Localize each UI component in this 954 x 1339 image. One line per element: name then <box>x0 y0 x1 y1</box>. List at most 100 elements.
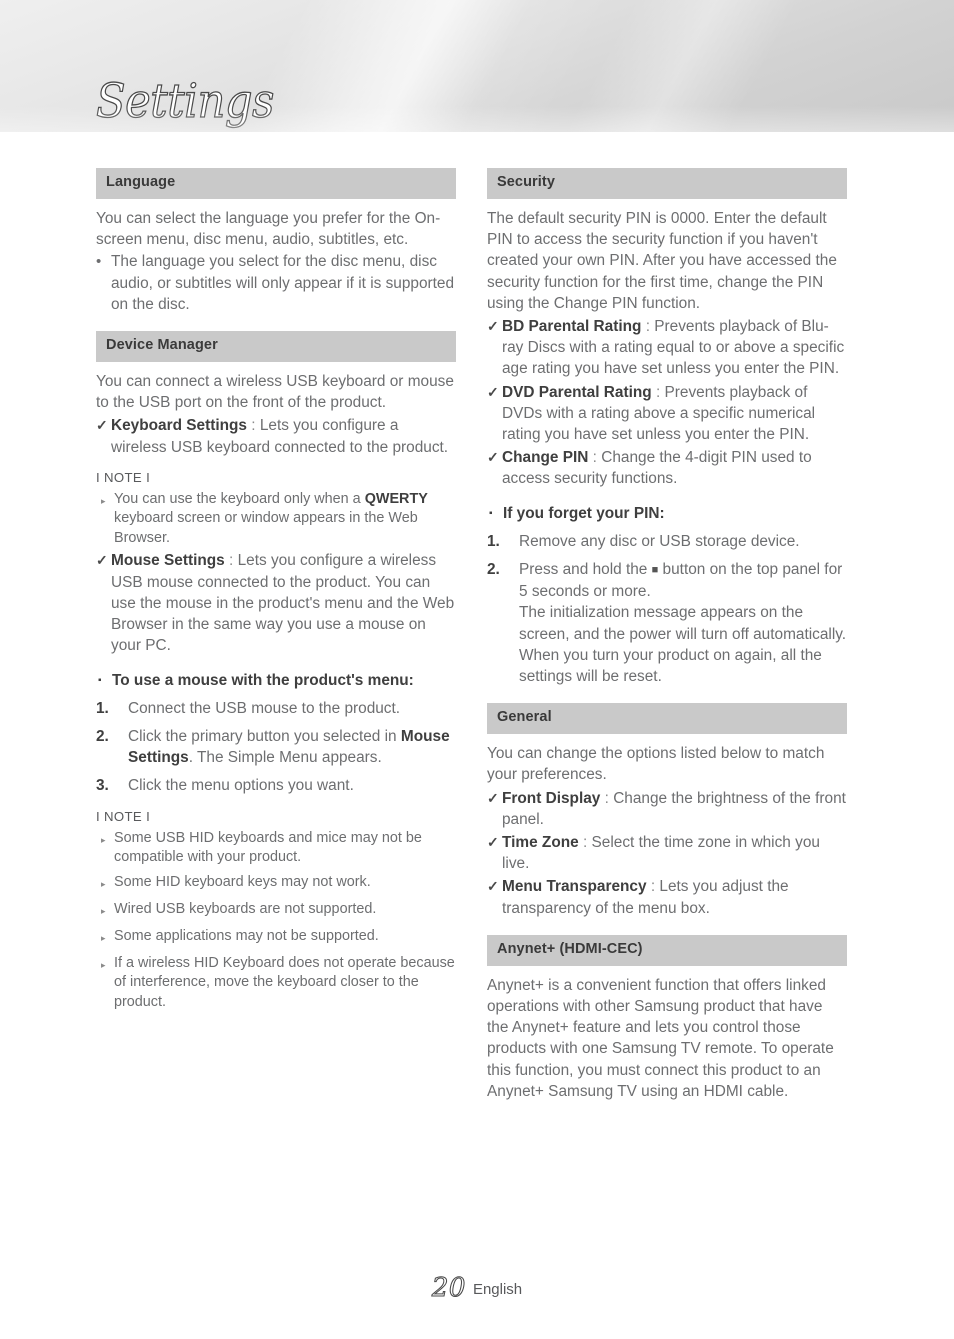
numbered-step: 2. Click the primary button you selected… <box>96 726 456 768</box>
option-text: BD Parental Rating : Prevents playback o… <box>502 316 847 380</box>
section-heading-security: Security <box>487 168 847 199</box>
anynet-paragraph: Anynet+ is a convenient function that of… <box>487 976 834 1100</box>
subheading-text: If you forget your PIN: <box>503 504 665 522</box>
device-manager-paragraph: You can connect a wireless USB keyboard … <box>96 372 454 412</box>
note-item-text: Wired USB keyboards are not supported. <box>114 900 377 917</box>
option-bd-parental-rating: ✓ BD Parental Rating : Prevents playback… <box>487 316 847 380</box>
option-separator: : <box>650 878 656 896</box>
page-number: 20 <box>431 1272 466 1303</box>
note-item-text: Some HID keyboard keys may not work. <box>114 873 371 890</box>
note-item-text: Some applications may not be supported. <box>114 927 379 944</box>
check-bullet-icon: ✓ <box>487 789 499 806</box>
note-list-item: ▸ Some applications may not be supported… <box>96 927 456 949</box>
option-keyboard-settings: ✓ Keyboard Settings : Lets you configure… <box>96 415 456 457</box>
option-separator: : <box>592 449 597 467</box>
section-heading-device-manager: Device Manager <box>96 330 456 362</box>
note-label: I NOTE I <box>96 469 151 485</box>
step-text: Click the menu options you want. <box>128 777 354 795</box>
dot-bullet-icon: • <box>96 253 102 271</box>
step-text: Remove any disc or USB storage device. <box>519 532 800 550</box>
numbered-step: 1. Remove any disc or USB storage device… <box>487 531 847 552</box>
step-text: Connect the USB mouse to the product. <box>128 699 401 717</box>
section-heading-language: Language <box>96 168 456 199</box>
general-paragraph: You can change the options listed below … <box>487 745 825 784</box>
step-number: 3. <box>96 777 109 795</box>
triangle-bullet-icon: ▸ <box>101 932 106 943</box>
right-column: Security The default security PIN is 000… <box>487 168 847 1102</box>
option-text: Menu Transparency : Lets you adjust the … <box>502 876 847 918</box>
subheading-forgot-pin: ▪ If you forget your PIN: <box>487 503 847 524</box>
left-column: Language You can select the language you… <box>96 168 456 1012</box>
option-term: Keyboard Settings <box>111 417 247 435</box>
note-item-text: Some USB HID keyboards and mice may not … <box>114 829 422 866</box>
square-bullet-icon: ▪ <box>489 507 493 519</box>
triangle-bullet-icon: ▸ <box>101 959 106 970</box>
check-bullet-icon: ✓ <box>487 878 499 895</box>
check-bullet-icon: ✓ <box>96 552 108 569</box>
note-item-text: If a wireless HID Keyboard does not oper… <box>114 954 455 1010</box>
option-menu-transparency: ✓ Menu Transparency : Lets you adjust th… <box>487 876 847 918</box>
step-number: 1. <box>487 532 500 550</box>
check-bullet-icon: ✓ <box>487 449 499 466</box>
option-separator: : <box>582 833 588 851</box>
step-text: Press and hold the ■ button on the top p… <box>519 560 847 685</box>
note-list-item: ▸ Wired USB keyboards are not supported. <box>96 900 456 922</box>
triangle-bullet-icon: ▸ <box>101 495 106 506</box>
list-item-text: The language you select for the disc men… <box>111 253 455 313</box>
step-text: Click the primary button you selected in… <box>128 727 450 767</box>
option-text: DVD Parental Rating : Prevents playback … <box>502 382 847 446</box>
step-number: 2. <box>487 560 500 578</box>
language-paragraph: You can select the language you prefer f… <box>96 209 441 249</box>
option-change-pin: ✓ Change PIN : Change the 4-digit PIN us… <box>487 447 847 489</box>
option-term: Front Display <box>502 789 601 807</box>
check-bullet-icon: ✓ <box>487 833 499 850</box>
option-mouse-settings: ✓ Mouse Settings : Lets you configure a … <box>96 550 456 656</box>
page-title: Settings <box>95 74 274 129</box>
check-bullet-icon: ✓ <box>487 383 499 400</box>
security-paragraph: The default security PIN is 0000. Enter … <box>487 209 837 312</box>
triangle-bullet-icon: ▸ <box>101 905 106 916</box>
footer-language: English <box>472 1281 523 1298</box>
option-text: Time Zone : Select the time zone in whic… <box>502 832 847 874</box>
option-separator: : <box>229 552 234 570</box>
note-label: I NOTE I <box>96 808 151 824</box>
option-separator: : <box>655 383 661 401</box>
subheading-use-mouse: ▪ To use a mouse with the product's menu… <box>96 670 456 691</box>
note-list-item: ▸ If a wireless HID Keyboard does not op… <box>96 954 456 1013</box>
option-term: BD Parental Rating <box>502 317 642 335</box>
check-bullet-icon: ✓ <box>487 317 499 334</box>
note-item-text-before: You can use the keyboard only when a <box>114 490 365 507</box>
option-term: DVD Parental Rating <box>502 383 652 401</box>
option-term: Mouse Settings <box>111 552 225 570</box>
numbered-step: 2. Press and hold the ■ button on the to… <box>487 559 847 687</box>
numbered-step: 1. Connect the USB mouse to the product. <box>96 698 456 719</box>
section-heading-general: General <box>487 703 847 735</box>
note-item-text: You can use the keyboard only when a QWE… <box>114 490 456 549</box>
step-number: 1. <box>96 699 109 717</box>
page-header-band: Settings <box>0 0 954 132</box>
subheading-text: To use a mouse with the product's menu: <box>112 671 414 689</box>
option-separator: : <box>645 317 650 335</box>
step-number: 2. <box>96 727 109 745</box>
option-term: Time Zone <box>502 833 579 851</box>
note-list-item: ▸ Some USB HID keyboards and mice may no… <box>96 829 456 868</box>
triangle-bullet-icon: ▸ <box>101 878 106 889</box>
check-bullet-icon: ✓ <box>96 417 108 434</box>
option-text: Change PIN : Change the 4-digit PIN used… <box>502 447 847 489</box>
step-text-after: button on the top panel for 5 seconds or… <box>519 560 847 685</box>
option-text: Mouse Settings : Lets you configure a wi… <box>111 550 456 656</box>
list-item: • The language you select for the disc m… <box>96 251 456 315</box>
option-term: Menu Transparency <box>502 878 647 896</box>
numbered-step: 3. Click the menu options you want. <box>96 775 456 796</box>
option-text: Keyboard Settings : Lets you configure a… <box>111 415 456 457</box>
option-separator: : <box>251 417 256 435</box>
triangle-bullet-icon: ▸ <box>101 834 106 845</box>
note-item-text-after: keyboard screen or window appears in the… <box>114 510 418 546</box>
square-bullet-icon: ▪ <box>98 674 102 686</box>
option-separator: : <box>604 789 609 807</box>
note-item-text-bold: QWERTY <box>364 490 428 507</box>
option-term: Change PIN <box>502 449 589 467</box>
option-dvd-parental-rating: ✓ DVD Parental Rating : Prevents playbac… <box>487 382 847 446</box>
option-text: Front Display : Change the brightness of… <box>502 788 847 830</box>
note-list-item: ▸ Some HID keyboard keys may not work. <box>96 873 456 895</box>
